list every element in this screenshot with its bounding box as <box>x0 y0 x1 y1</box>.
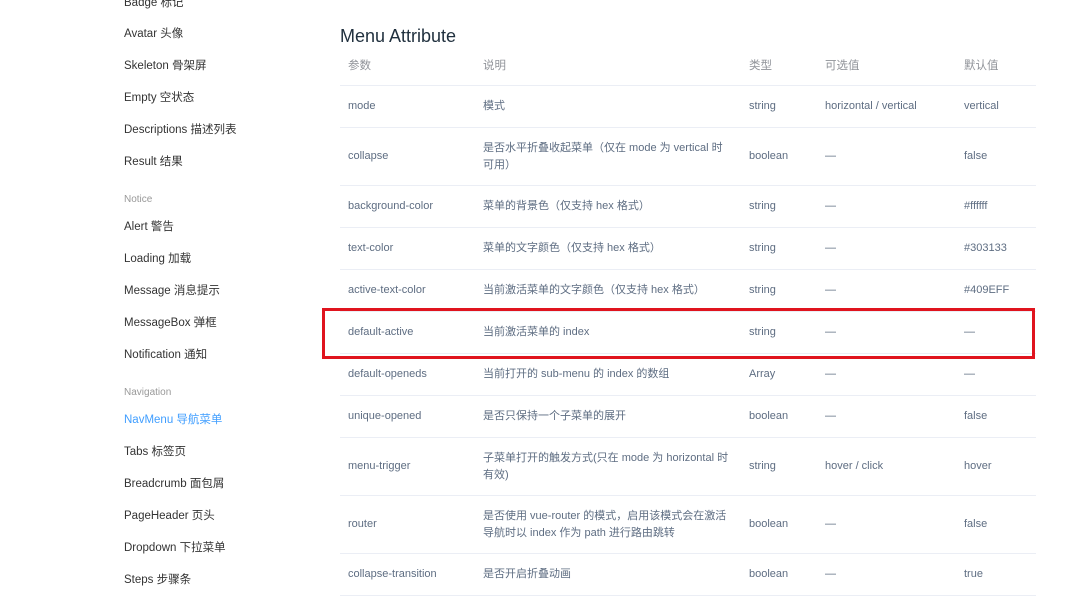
attribute-table: 参数 说明 类型 可选值 默认值 mode 模式 string horizont… <box>340 45 1036 596</box>
cell-type: boolean <box>741 553 817 596</box>
cell-options: — <box>817 395 956 438</box>
page-title: Menu Attribute <box>340 26 457 46</box>
cell-param: collapse <box>340 127 475 186</box>
table-header-row: 参数 说明 类型 可选值 默认值 <box>340 45 1036 86</box>
cell-description: 当前激活菜单的 index <box>475 311 741 354</box>
table-row: unique-opened 是否只保持一个子菜单的展开 boolean — fa… <box>340 395 1036 438</box>
cell-options: horizontal / vertical <box>817 85 956 128</box>
sidebar-item-steps[interactable]: Steps 步骤条 <box>124 573 191 587</box>
table-row: collapse-transition 是否开启折叠动画 boolean — t… <box>340 553 1036 596</box>
cell-description: 是否使用 vue-router 的模式，启用该模式会在激活导航时以 index … <box>475 495 741 554</box>
cell-description: 子菜单打开的触发方式(只在 mode 为 horizontal 时有效) <box>475 437 741 496</box>
cell-options: — <box>817 553 956 596</box>
cell-param: router <box>340 495 475 554</box>
cell-default: false <box>956 495 1036 554</box>
sidebar-item-breadcrumb[interactable]: Breadcrumb 面包屑 <box>124 477 224 491</box>
cell-default: #303133 <box>956 227 1036 270</box>
cell-default: hover <box>956 437 1036 496</box>
column-header-default: 默认值 <box>956 45 1036 86</box>
cell-description: 是否开启折叠动画 <box>475 553 741 596</box>
cell-type: Array <box>741 353 817 396</box>
sidebar-item-pageheader[interactable]: PageHeader 页头 <box>124 509 215 523</box>
table-row: router 是否使用 vue-router 的模式，启用该模式会在激活导航时以… <box>340 495 1036 554</box>
sidebar-item-descriptions[interactable]: Descriptions 描述列表 <box>124 123 236 137</box>
cell-default: false <box>956 127 1036 186</box>
cell-param: menu-trigger <box>340 437 475 496</box>
cell-description: 是否水平折叠收起菜单（仅在 mode 为 vertical 时可用） <box>475 127 741 186</box>
table-row: active-text-color 当前激活菜单的文字颜色（仅支持 hex 格式… <box>340 269 1036 312</box>
cell-description: 模式 <box>475 85 741 128</box>
cell-type: string <box>741 185 817 228</box>
sidebar-item-result[interactable]: Result 结果 <box>124 155 183 169</box>
cell-default: false <box>956 395 1036 438</box>
cell-description: 菜单的文字颜色（仅支持 hex 格式） <box>475 227 741 270</box>
cell-param: collapse-transition <box>340 553 475 596</box>
cell-description: 是否只保持一个子菜单的展开 <box>475 395 741 438</box>
cell-type: boolean <box>741 127 817 186</box>
cell-default: true <box>956 553 1036 596</box>
cell-type: string <box>741 85 817 128</box>
table-row-highlighted: default-active 当前激活菜单的 index string — — <box>340 311 1036 354</box>
sidebar-item-skeleton[interactable]: Skeleton 骨架屏 <box>124 59 206 73</box>
cell-options: — <box>817 127 956 186</box>
cell-default: — <box>956 353 1036 396</box>
sidebar-nav: Badge 标记 Avatar 头像 Skeleton 骨架屏 Empty 空状… <box>0 0 320 613</box>
cell-description: 当前激活菜单的文字颜色（仅支持 hex 格式） <box>475 269 741 312</box>
cell-param: background-color <box>340 185 475 228</box>
table-row: menu-trigger 子菜单打开的触发方式(只在 mode 为 horizo… <box>340 437 1036 496</box>
cell-param: active-text-color <box>340 269 475 312</box>
sidebar-group-navigation: Navigation <box>124 387 172 398</box>
cell-options: — <box>817 353 956 396</box>
cell-type: string <box>741 227 817 270</box>
cell-type: string <box>741 437 817 496</box>
sidebar-group-notice: Notice <box>124 194 153 205</box>
cell-options: — <box>817 185 956 228</box>
sidebar-item-empty[interactable]: Empty 空状态 <box>124 91 194 105</box>
sidebar-item-avatar[interactable]: Avatar 头像 <box>124 27 183 41</box>
table-row: background-color 菜单的背景色（仅支持 hex 格式） stri… <box>340 185 1036 228</box>
column-header-options: 可选值 <box>817 45 956 86</box>
cell-description: 菜单的背景色（仅支持 hex 格式） <box>475 185 741 228</box>
sidebar-item-message[interactable]: Message 消息提示 <box>124 284 220 298</box>
cell-param: mode <box>340 85 475 128</box>
sidebar-item-notification[interactable]: Notification 通知 <box>124 348 207 362</box>
cell-options: — <box>817 269 956 312</box>
cell-options: — <box>817 495 956 554</box>
cell-options: — <box>817 311 956 354</box>
sidebar-item-messagebox[interactable]: MessageBox 弹框 <box>124 316 217 330</box>
table-row: collapse 是否水平折叠收起菜单（仅在 mode 为 vertical 时… <box>340 127 1036 186</box>
cell-param: default-active <box>340 311 475 354</box>
table-row: mode 模式 string horizontal / vertical ver… <box>340 85 1036 128</box>
table-row: default-openeds 当前打开的 sub-menu 的 index 的… <box>340 353 1036 396</box>
sidebar-item-navmenu[interactable]: NavMenu 导航菜单 <box>124 413 222 427</box>
cell-type: string <box>741 269 817 312</box>
cell-default: #ffffff <box>956 185 1036 228</box>
cell-options: hover / click <box>817 437 956 496</box>
cell-param: default-openeds <box>340 353 475 396</box>
cell-default: #409EFF <box>956 269 1036 312</box>
table-row: text-color 菜单的文字颜色（仅支持 hex 格式） string — … <box>340 227 1036 270</box>
main-content: Menu Attribute 参数 说明 类型 可选值 默认值 mode 模式 … <box>340 0 1040 613</box>
cell-description: 当前打开的 sub-menu 的 index 的数组 <box>475 353 741 396</box>
sidebar-item-badge[interactable]: Badge 标记 <box>124 0 183 10</box>
cell-type: boolean <box>741 495 817 554</box>
sidebar-item-loading[interactable]: Loading 加载 <box>124 252 191 266</box>
column-header-description: 说明 <box>475 45 741 86</box>
column-header-param: 参数 <box>340 45 475 86</box>
cell-default: — <box>956 311 1036 354</box>
cell-type: boolean <box>741 395 817 438</box>
cell-options: — <box>817 227 956 270</box>
sidebar-item-dropdown[interactable]: Dropdown 下拉菜单 <box>124 541 226 555</box>
cell-param: unique-opened <box>340 395 475 438</box>
sidebar-item-tabs[interactable]: Tabs 标签页 <box>124 445 186 459</box>
cell-type: string <box>741 311 817 354</box>
cell-default: vertical <box>956 85 1036 128</box>
column-header-type: 类型 <box>741 45 817 86</box>
sidebar-item-alert[interactable]: Alert 警告 <box>124 220 174 234</box>
cell-param: text-color <box>340 227 475 270</box>
